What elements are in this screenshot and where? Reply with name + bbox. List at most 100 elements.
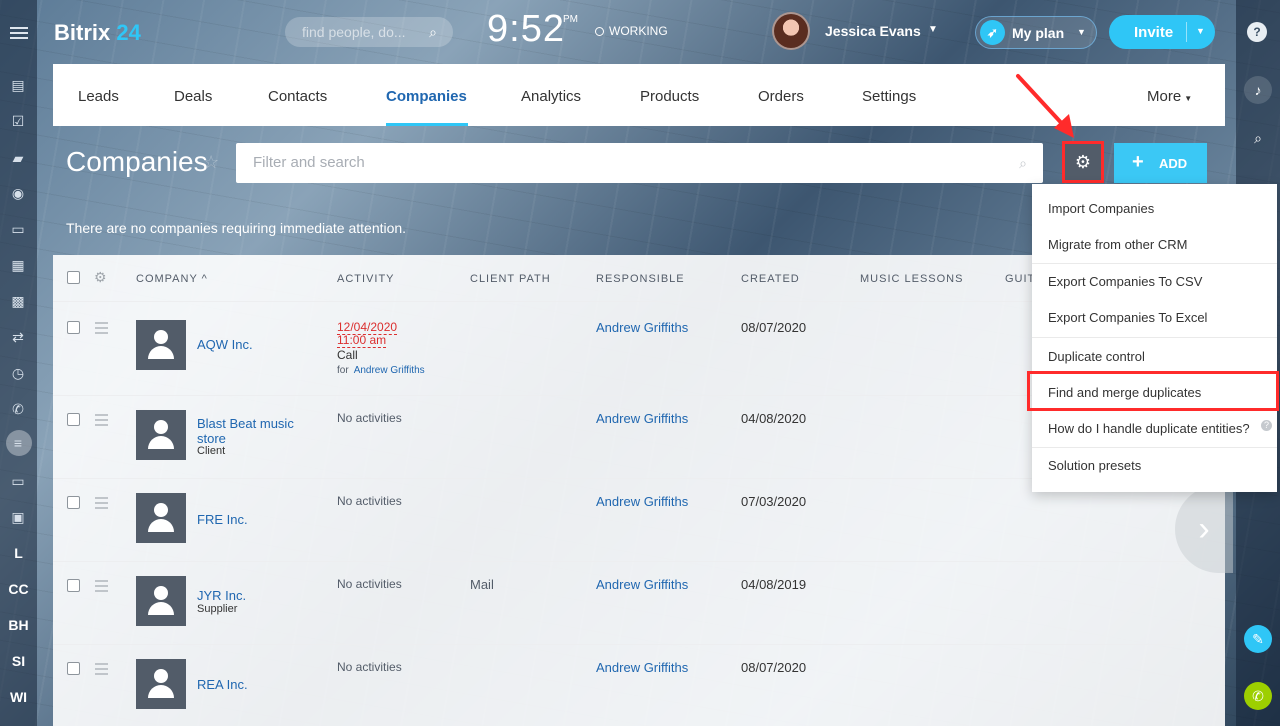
activity-time[interactable]: 11:00 am bbox=[337, 333, 387, 348]
tab-companies[interactable]: Companies bbox=[386, 88, 467, 105]
user-avatar[interactable] bbox=[772, 12, 810, 50]
crm-filter-icon[interactable]: ≡ bbox=[9, 434, 27, 452]
responsible-name[interactable]: Andrew Griffiths bbox=[596, 411, 688, 426]
menu-item-duplicate-help[interactable]: How do I handle duplicate entities? bbox=[1048, 421, 1250, 436]
tab-settings[interactable]: Settings bbox=[862, 88, 916, 105]
question-icon[interactable]: ? bbox=[1261, 420, 1272, 431]
sidebar-label-si[interactable]: SI bbox=[0, 653, 37, 669]
tab-orders[interactable]: Orders bbox=[758, 88, 804, 105]
tab-leads[interactable]: Leads bbox=[78, 88, 119, 105]
column-header-company[interactable]: COMPANY ^ bbox=[136, 273, 208, 285]
clock-icon[interactable]: ◷ bbox=[9, 364, 27, 382]
hamburger-menu-icon[interactable] bbox=[10, 24, 28, 42]
responsible-name[interactable]: Andrew Griffiths bbox=[596, 577, 688, 592]
row-checkbox[interactable] bbox=[67, 321, 80, 334]
created-date: 08/07/2020 bbox=[741, 320, 807, 335]
tab-analytics[interactable]: Analytics bbox=[521, 88, 581, 105]
row-checkbox[interactable] bbox=[67, 496, 80, 509]
menu-item-duplicate-control[interactable]: Duplicate control bbox=[1048, 349, 1145, 364]
responsible-name[interactable]: Andrew Griffiths bbox=[596, 494, 688, 509]
app-logo[interactable]: Bitrix 24 bbox=[54, 20, 141, 46]
column-header-music-lessons[interactable]: MUSIC LESSONS bbox=[860, 273, 963, 285]
sync-icon[interactable]: ⇄ bbox=[9, 328, 27, 346]
column-header-created[interactable]: CREATED bbox=[741, 273, 800, 285]
my-plan-button[interactable]: ➶ My plan ▼ bbox=[975, 16, 1097, 49]
menu-item-migrate-crm[interactable]: Migrate from other CRM bbox=[1048, 237, 1187, 252]
menu-item-solution-presets[interactable]: Solution presets bbox=[1048, 458, 1141, 473]
settings-gear-button[interactable]: ⚙ bbox=[1062, 141, 1104, 183]
created-date: 04/08/2020 bbox=[741, 411, 807, 426]
feed-icon[interactable]: ▤ bbox=[9, 76, 27, 94]
add-button[interactable]: + ADD bbox=[1114, 143, 1207, 183]
apps-icon[interactable]: ▩ bbox=[9, 292, 27, 310]
responsible-name[interactable]: Andrew Griffiths bbox=[596, 660, 688, 675]
company-name[interactable]: Blast Beat music store bbox=[197, 416, 317, 446]
settings-dropdown-menu: Import Companies Migrate from other CRM … bbox=[1027, 184, 1279, 492]
filter-search-input[interactable]: Filter and search ⌕ bbox=[236, 143, 1043, 183]
sidebar-label-bh[interactable]: BH bbox=[0, 617, 37, 633]
drive-icon[interactable]: ▭ bbox=[9, 220, 27, 238]
help-icon[interactable]: ? bbox=[1247, 22, 1267, 42]
tab-more[interactable]: More ▼ bbox=[1147, 88, 1192, 105]
activity-status: No activities bbox=[337, 411, 402, 425]
tab-products[interactable]: Products bbox=[640, 88, 699, 105]
menu-item-export-excel[interactable]: Export Companies To Excel bbox=[1048, 310, 1207, 325]
user-name[interactable]: Jessica Evans bbox=[825, 23, 921, 39]
global-search-input[interactable]: find people, do... ⌕ bbox=[285, 17, 453, 47]
left-sidebar: ▤ ☑ ▰ ◉ ▭ ▦ ▩ ⇄ ◷ ✆ ≡ ▭ ▣ L CC BH SI WI bbox=[0, 0, 37, 726]
groups-icon[interactable]: ◉ bbox=[9, 184, 27, 202]
window-icon[interactable]: ▭ bbox=[9, 472, 27, 490]
search-icon: ⌕ bbox=[429, 24, 437, 40]
sidebar-label-wi[interactable]: WI bbox=[0, 689, 37, 705]
menu-item-import-companies[interactable]: Import Companies bbox=[1048, 201, 1154, 216]
column-header-activity[interactable]: ACTIVITY bbox=[337, 273, 395, 285]
plus-icon: + bbox=[1132, 151, 1144, 173]
tab-deals[interactable]: Deals bbox=[174, 88, 212, 105]
invite-separator bbox=[1186, 22, 1187, 42]
row-divider bbox=[53, 561, 1225, 562]
row-checkbox[interactable] bbox=[67, 413, 80, 426]
responsible-name[interactable]: Andrew Griffiths bbox=[596, 320, 688, 335]
row-menu-icon[interactable] bbox=[95, 663, 108, 678]
chat-icon[interactable]: ▰ bbox=[9, 149, 27, 167]
row-checkbox[interactable] bbox=[67, 579, 80, 592]
notifications-bell-icon[interactable]: ♪ bbox=[1244, 76, 1272, 104]
tab-contacts[interactable]: Contacts bbox=[268, 88, 327, 105]
company-name[interactable]: REA Inc. bbox=[197, 677, 248, 692]
row-menu-icon[interactable] bbox=[95, 322, 108, 337]
menu-divider bbox=[1032, 447, 1277, 448]
tasks-icon[interactable]: ☑ bbox=[9, 112, 27, 130]
company-name[interactable]: JYR Inc. bbox=[197, 588, 246, 603]
company-name[interactable]: AQW Inc. bbox=[197, 337, 253, 352]
star-icon[interactable]: ☆ bbox=[203, 152, 219, 173]
menu-item-export-csv[interactable]: Export Companies To CSV bbox=[1048, 274, 1202, 289]
search-icon: ⌕ bbox=[1019, 155, 1027, 171]
work-status[interactable]: WORKING bbox=[595, 24, 668, 38]
company-name[interactable]: FRE Inc. bbox=[197, 512, 248, 527]
user-chevron-down-icon[interactable]: ▼ bbox=[928, 24, 938, 35]
row-menu-icon[interactable] bbox=[95, 414, 108, 429]
company-avatar bbox=[136, 410, 186, 460]
row-checkbox[interactable] bbox=[67, 662, 80, 675]
contact-card-icon[interactable]: ▣ bbox=[9, 508, 27, 526]
chevron-down-icon[interactable]: ▼ bbox=[1196, 26, 1205, 36]
row-menu-icon[interactable] bbox=[95, 497, 108, 512]
select-all-checkbox[interactable] bbox=[67, 271, 80, 284]
search-icon[interactable]: ⌕ bbox=[1244, 124, 1272, 152]
attention-notice: There are no companies requiring immedia… bbox=[66, 220, 407, 236]
invite-button[interactable]: Invite ▼ bbox=[1109, 15, 1215, 49]
grid-settings-gear-icon[interactable]: ⚙ bbox=[94, 269, 107, 286]
phone-icon[interactable]: ✆ bbox=[9, 400, 27, 418]
activity-for-name[interactable]: Andrew Griffiths bbox=[354, 365, 425, 376]
sidebar-label-l[interactable]: L bbox=[0, 545, 37, 561]
column-header-client-path[interactable]: CLIENT PATH bbox=[470, 273, 551, 285]
call-phone-icon[interactable]: ✆ bbox=[1244, 682, 1272, 710]
row-menu-icon[interactable] bbox=[95, 580, 108, 595]
calendar-icon[interactable]: ▦ bbox=[9, 256, 27, 274]
column-header-responsible[interactable]: RESPONSIBLE bbox=[596, 273, 685, 285]
activity-status: No activities bbox=[337, 577, 402, 591]
sidebar-label-cc[interactable]: CC bbox=[0, 581, 37, 597]
activity-for-prefix: for bbox=[337, 365, 349, 376]
chat-bubble-icon[interactable]: ✎ bbox=[1244, 625, 1272, 653]
column-header-guit[interactable]: GUIT bbox=[1005, 273, 1035, 285]
